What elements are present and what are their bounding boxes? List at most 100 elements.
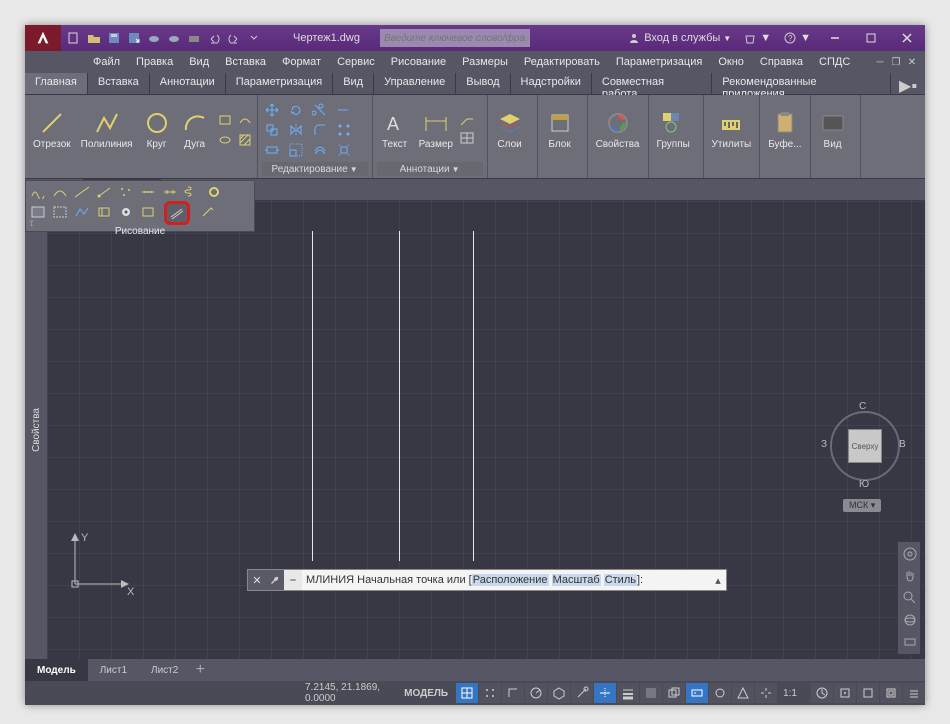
- menu-insert[interactable]: Вставка: [217, 54, 274, 70]
- search-input[interactable]: [380, 29, 530, 47]
- polyline-button[interactable]: Полилиния: [77, 107, 137, 152]
- spline-icon[interactable]: [235, 111, 255, 129]
- groups-button[interactable]: Группы: [653, 107, 694, 152]
- line-button[interactable]: Отрезок: [29, 107, 75, 152]
- fillet-icon[interactable]: [310, 121, 330, 139]
- hatch-icon[interactable]: [235, 131, 255, 149]
- doc-close-button[interactable]: ✕: [905, 55, 919, 69]
- helix-icon[interactable]: [182, 183, 202, 201]
- status-coords[interactable]: 7.2145, 21.1869, 0.0000: [305, 682, 392, 704]
- menu-tools[interactable]: Сервис: [329, 54, 383, 70]
- menu-modify[interactable]: Редактировать: [516, 54, 608, 70]
- status-quickprops-toggle[interactable]: [709, 683, 731, 703]
- mline-button[interactable]: [166, 203, 188, 223]
- spline-cv-icon[interactable]: [50, 183, 70, 201]
- status-dynamic-input-toggle[interactable]: [686, 683, 708, 703]
- ribbon-expand-icon[interactable]: ▶▪: [891, 73, 925, 94]
- measure-icon[interactable]: [160, 183, 180, 201]
- cmdline-config-icon[interactable]: [266, 570, 284, 590]
- layers-button[interactable]: Слои: [492, 107, 528, 152]
- divide-icon[interactable]: [138, 183, 158, 201]
- boundary-icon[interactable]: [94, 203, 114, 221]
- ribbon-tab-addins[interactable]: Надстройки: [511, 73, 592, 94]
- layout-tab-model[interactable]: Модель: [25, 659, 88, 681]
- revcloud-icon[interactable]: [116, 203, 136, 221]
- menu-view[interactable]: Вид: [181, 54, 217, 70]
- ribbon-tab-featured[interactable]: Рекомендованные приложения: [712, 73, 891, 94]
- open-icon[interactable]: [85, 29, 103, 47]
- status-workspace-button[interactable]: [811, 683, 833, 703]
- menu-draw[interactable]: Рисование: [383, 54, 454, 70]
- sketch-icon[interactable]: [198, 203, 218, 221]
- command-line[interactable]: ✕ ⎯ МЛИНИЯ Начальная точка или [Располож…: [247, 569, 727, 591]
- menu-edit[interactable]: Правка: [128, 54, 181, 70]
- status-ortho-toggle[interactable]: [502, 683, 524, 703]
- help-icon[interactable]: ?▼: [779, 31, 815, 45]
- modify-panel-label[interactable]: Редактирование▼: [262, 162, 368, 176]
- cmd-option[interactable]: Расположение: [472, 574, 549, 586]
- leader-icon[interactable]: [459, 115, 475, 129]
- new-icon[interactable]: [65, 29, 83, 47]
- maximize-button[interactable]: [855, 25, 887, 51]
- view-button[interactable]: Вид: [815, 107, 851, 152]
- properties-button[interactable]: Свойства: [592, 107, 644, 152]
- command-text[interactable]: МЛИНИЯ Начальная точка или [Расположение…: [302, 574, 710, 586]
- arc-button[interactable]: Дуга: [177, 107, 213, 152]
- status-scale-button[interactable]: 1:1: [777, 688, 803, 699]
- cmd-option[interactable]: Стиль: [604, 574, 637, 586]
- nav-orbit-icon[interactable]: [900, 610, 920, 630]
- status-transparency-toggle[interactable]: [640, 683, 662, 703]
- ellipse-icon[interactable]: [215, 131, 235, 149]
- status-annomonitor-toggle[interactable]: [732, 683, 754, 703]
- app-logo[interactable]: [25, 25, 61, 51]
- menu-file[interactable]: Файл: [85, 54, 128, 70]
- rectangle2-icon[interactable]: [138, 203, 158, 221]
- cmd-option[interactable]: Масштаб: [552, 574, 601, 586]
- explode-icon[interactable]: [334, 141, 354, 159]
- status-cleanscreen-button[interactable]: [880, 683, 902, 703]
- array-icon[interactable]: [334, 121, 354, 139]
- status-isodraft-toggle[interactable]: [548, 683, 570, 703]
- ribbon-tab-collab[interactable]: Совместная работа: [592, 73, 712, 94]
- menu-window[interactable]: Окно: [710, 54, 752, 70]
- circle-button[interactable]: Круг: [139, 107, 175, 152]
- stretch-icon[interactable]: [262, 141, 282, 159]
- app-store-icon[interactable]: ▼: [739, 31, 775, 45]
- undo-icon[interactable]: [205, 29, 223, 47]
- status-space-mode[interactable]: МОДЕЛЬ: [404, 688, 448, 699]
- text-button[interactable]: AТекст: [377, 107, 413, 152]
- plot-icon[interactable]: [185, 29, 203, 47]
- viewcube-top-face[interactable]: Сверху: [848, 429, 882, 463]
- offset-icon[interactable]: [310, 141, 330, 159]
- properties-palette-tab[interactable]: Свойства: [25, 201, 47, 659]
- rotate-icon[interactable]: [286, 101, 306, 119]
- cmdline-recent-icon[interactable]: ▴: [710, 574, 726, 587]
- table-icon[interactable]: [459, 131, 475, 145]
- clipboard-button[interactable]: Буфе...: [764, 107, 805, 152]
- status-osnap-toggle[interactable]: [571, 683, 593, 703]
- status-customize-button[interactable]: [903, 683, 925, 703]
- view-cube[interactable]: Сверху С Ю З В МСК ▾: [825, 401, 905, 511]
- drawing-canvas[interactable]: YX Сверху С Ю З В МСК ▾: [47, 201, 925, 659]
- layout-tab-add-button[interactable]: +: [190, 659, 210, 681]
- ribbon-tab-annotate[interactable]: Аннотации: [150, 73, 226, 94]
- annotation-panel-label[interactable]: Аннотации▼: [377, 162, 483, 176]
- cloud-save-icon[interactable]: [165, 29, 183, 47]
- nav-pan-icon[interactable]: [900, 566, 920, 586]
- donut-icon[interactable]: [204, 183, 224, 201]
- scale-icon[interactable]: [286, 141, 306, 159]
- menu-dimension[interactable]: Размеры: [454, 54, 516, 70]
- copy-icon[interactable]: [262, 121, 282, 139]
- layout-tab-sheet1[interactable]: Лист1: [88, 659, 139, 681]
- qat-dropdown-icon[interactable]: [245, 29, 263, 47]
- ribbon-tab-view[interactable]: Вид: [333, 73, 374, 94]
- ribbon-tab-output[interactable]: Вывод: [456, 73, 510, 94]
- menu-format[interactable]: Формат: [274, 54, 329, 70]
- status-grid-toggle[interactable]: [456, 683, 478, 703]
- ribbon-tab-home[interactable]: Главная: [25, 73, 88, 94]
- nav-zoom-icon[interactable]: [900, 588, 920, 608]
- cmdline-close-icon[interactable]: ✕: [248, 570, 266, 590]
- cloud-open-icon[interactable]: [145, 29, 163, 47]
- ribbon-tab-parametric[interactable]: Параметризация: [226, 73, 333, 94]
- status-units-button[interactable]: [834, 683, 856, 703]
